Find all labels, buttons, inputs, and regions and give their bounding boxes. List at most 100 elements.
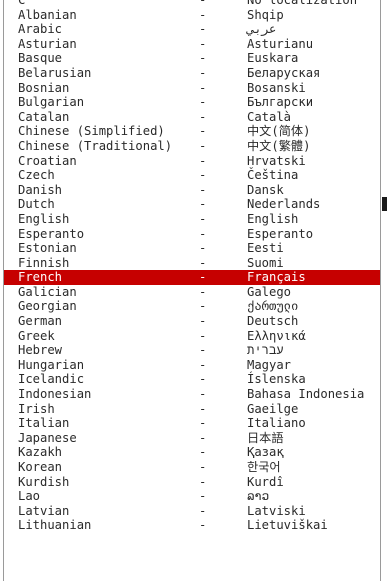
language-name: Indonesian bbox=[18, 387, 92, 402]
language-native-name: Bosanski bbox=[247, 80, 306, 95]
language-option-catalan[interactable]: Catalan - Català bbox=[4, 110, 380, 125]
language-option-korean[interactable]: Korean - 한국어 bbox=[4, 460, 380, 475]
separator-dash: - bbox=[199, 430, 207, 445]
language-option-c[interactable]: C - No localization bbox=[4, 0, 380, 8]
language-option-irish[interactable]: Irish - Gaeilge bbox=[4, 402, 380, 417]
language-option-bosnian[interactable]: Bosnian - Bosanski bbox=[4, 81, 380, 96]
language-name: Estonian bbox=[18, 241, 77, 256]
language-name: German bbox=[18, 314, 63, 329]
language-option-czech[interactable]: Czech - Čeština bbox=[4, 168, 380, 183]
language-name: Bulgarian bbox=[18, 95, 85, 110]
language-name: Arabic bbox=[18, 22, 63, 37]
separator-dash: - bbox=[199, 197, 207, 212]
language-option-asturian[interactable]: Asturian - Asturianu bbox=[4, 37, 380, 52]
separator-dash: - bbox=[199, 36, 207, 51]
language-option-italian[interactable]: Italian - Italiano bbox=[4, 416, 380, 431]
language-option-french[interactable]: French - Français bbox=[4, 270, 380, 285]
separator-dash: - bbox=[199, 168, 207, 183]
language-native-name: Lietuviškai bbox=[247, 518, 328, 533]
language-option-esperanto[interactable]: Esperanto - Esperanto bbox=[4, 227, 380, 242]
language-option-kazakh[interactable]: Kazakh - Қазақ bbox=[4, 445, 380, 460]
language-native-name: Kurdî bbox=[247, 474, 284, 489]
language-option-belarusian[interactable]: Belarusian - Беларуская bbox=[4, 66, 380, 81]
language-option-hebrew[interactable]: Hebrew - עברית bbox=[4, 343, 380, 358]
language-name: Bosnian bbox=[18, 80, 70, 95]
language-name: Albanian bbox=[18, 7, 77, 22]
language-option-arabic[interactable]: Arabic - عربي bbox=[4, 22, 380, 37]
language-native-name: Deutsch bbox=[247, 314, 299, 329]
language-option-german[interactable]: German - Deutsch bbox=[4, 314, 380, 329]
separator-dash: - bbox=[199, 7, 207, 22]
separator-dash: - bbox=[199, 65, 207, 80]
language-option-georgian[interactable]: Georgian - ქართული bbox=[4, 299, 380, 314]
language-native-name: Hrvatski bbox=[247, 153, 306, 168]
language-native-name: 中文(简体) bbox=[247, 124, 311, 139]
language-option-basque[interactable]: Basque - Euskara bbox=[4, 51, 380, 66]
language-option-albanian[interactable]: Albanian - Shqip bbox=[4, 8, 380, 23]
language-native-name: Қазақ bbox=[247, 445, 284, 460]
language-option-finnish[interactable]: Finnish - Suomi bbox=[4, 256, 380, 271]
language-option-english[interactable]: English - English bbox=[4, 212, 380, 227]
language-option-indonesian[interactable]: Indonesian - Bahasa Indonesia bbox=[4, 387, 380, 402]
language-native-name: ქართული bbox=[247, 299, 299, 314]
language-option-chinese-simplified[interactable]: Chinese (Simplified) - 中文(简体) bbox=[4, 124, 380, 139]
language-option-kurdish[interactable]: Kurdish - Kurdî bbox=[4, 475, 380, 490]
separator-dash: - bbox=[199, 489, 207, 504]
separator-dash: - bbox=[199, 80, 207, 95]
language-native-name: English bbox=[247, 211, 299, 226]
language-option-estonian[interactable]: Estonian - Eesti bbox=[4, 241, 380, 256]
language-native-name: Esperanto bbox=[247, 226, 314, 241]
language-name: Croatian bbox=[18, 153, 77, 168]
language-native-name: Català bbox=[247, 109, 292, 124]
language-option-icelandic[interactable]: Icelandic - Íslenska bbox=[4, 372, 380, 387]
language-name: Basque bbox=[18, 51, 63, 66]
separator-dash: - bbox=[199, 357, 207, 372]
separator-dash: - bbox=[199, 401, 207, 416]
separator-dash: - bbox=[199, 372, 207, 387]
language-native-name: 한국어 bbox=[247, 460, 281, 474]
language-native-name: Suomi bbox=[247, 255, 284, 270]
separator-dash: - bbox=[199, 109, 207, 124]
language-list[interactable]: C - No localization Albanian - Shqip Arabic - عر… bbox=[4, 0, 380, 533]
language-native-name: Magyar bbox=[247, 357, 292, 372]
language-native-name: Dansk bbox=[247, 182, 284, 197]
language-native-name: 中文(繁體) bbox=[247, 138, 311, 153]
language-option-hungarian[interactable]: Hungarian - Magyar bbox=[4, 358, 380, 373]
language-name: C bbox=[18, 0, 26, 7]
separator-dash: - bbox=[199, 343, 207, 358]
language-native-name: Eesti bbox=[247, 241, 284, 256]
language-name: Dutch bbox=[18, 197, 55, 212]
language-name: Japanese bbox=[18, 430, 77, 445]
language-option-greek[interactable]: Greek - Ελληνικά bbox=[4, 329, 380, 344]
language-native-name: Italiano bbox=[247, 416, 306, 431]
language-name: Icelandic bbox=[18, 372, 85, 387]
language-native-name: Galego bbox=[247, 284, 292, 299]
separator-dash: - bbox=[199, 328, 207, 343]
language-name: Kazakh bbox=[18, 445, 63, 460]
language-native-name: Asturianu bbox=[247, 36, 314, 51]
language-option-dutch[interactable]: Dutch - Nederlands bbox=[4, 197, 380, 212]
language-native-name: Ελληνικά bbox=[247, 328, 306, 343]
language-option-latvian[interactable]: Latvian - Latviski bbox=[4, 504, 380, 519]
language-option-croatian[interactable]: Croatian - Hrvatski bbox=[4, 154, 380, 169]
scrollbar-thumb[interactable] bbox=[382, 197, 387, 211]
language-option-bulgarian[interactable]: Bulgarian - Български bbox=[4, 95, 380, 110]
language-native-name: ລາວ bbox=[247, 489, 270, 504]
language-option-danish[interactable]: Danish - Dansk bbox=[4, 183, 380, 198]
scrollbar[interactable] bbox=[382, 0, 387, 581]
language-name: Catalan bbox=[18, 109, 70, 124]
language-option-chinese-traditional[interactable]: Chinese (Traditional) - 中文(繁體) bbox=[4, 139, 380, 154]
language-native-name: Gaeilge bbox=[247, 401, 299, 416]
language-native-name: Français bbox=[247, 270, 306, 285]
language-option-lithuanian[interactable]: Lithuanian - Lietuviškai bbox=[4, 518, 380, 533]
language-option-galician[interactable]: Galician - Galego bbox=[4, 285, 380, 300]
separator-dash: - bbox=[199, 211, 207, 226]
separator-dash: - bbox=[199, 314, 207, 329]
language-option-lao[interactable]: Lao - ລາວ bbox=[4, 489, 380, 504]
language-native-name: Български bbox=[247, 95, 314, 110]
language-name: English bbox=[18, 211, 70, 226]
language-native-name: No localization bbox=[247, 0, 358, 7]
language-name: Latvian bbox=[18, 503, 70, 518]
language-name: Hebrew bbox=[18, 343, 63, 358]
language-option-japanese[interactable]: Japanese - 日本語 bbox=[4, 431, 380, 446]
